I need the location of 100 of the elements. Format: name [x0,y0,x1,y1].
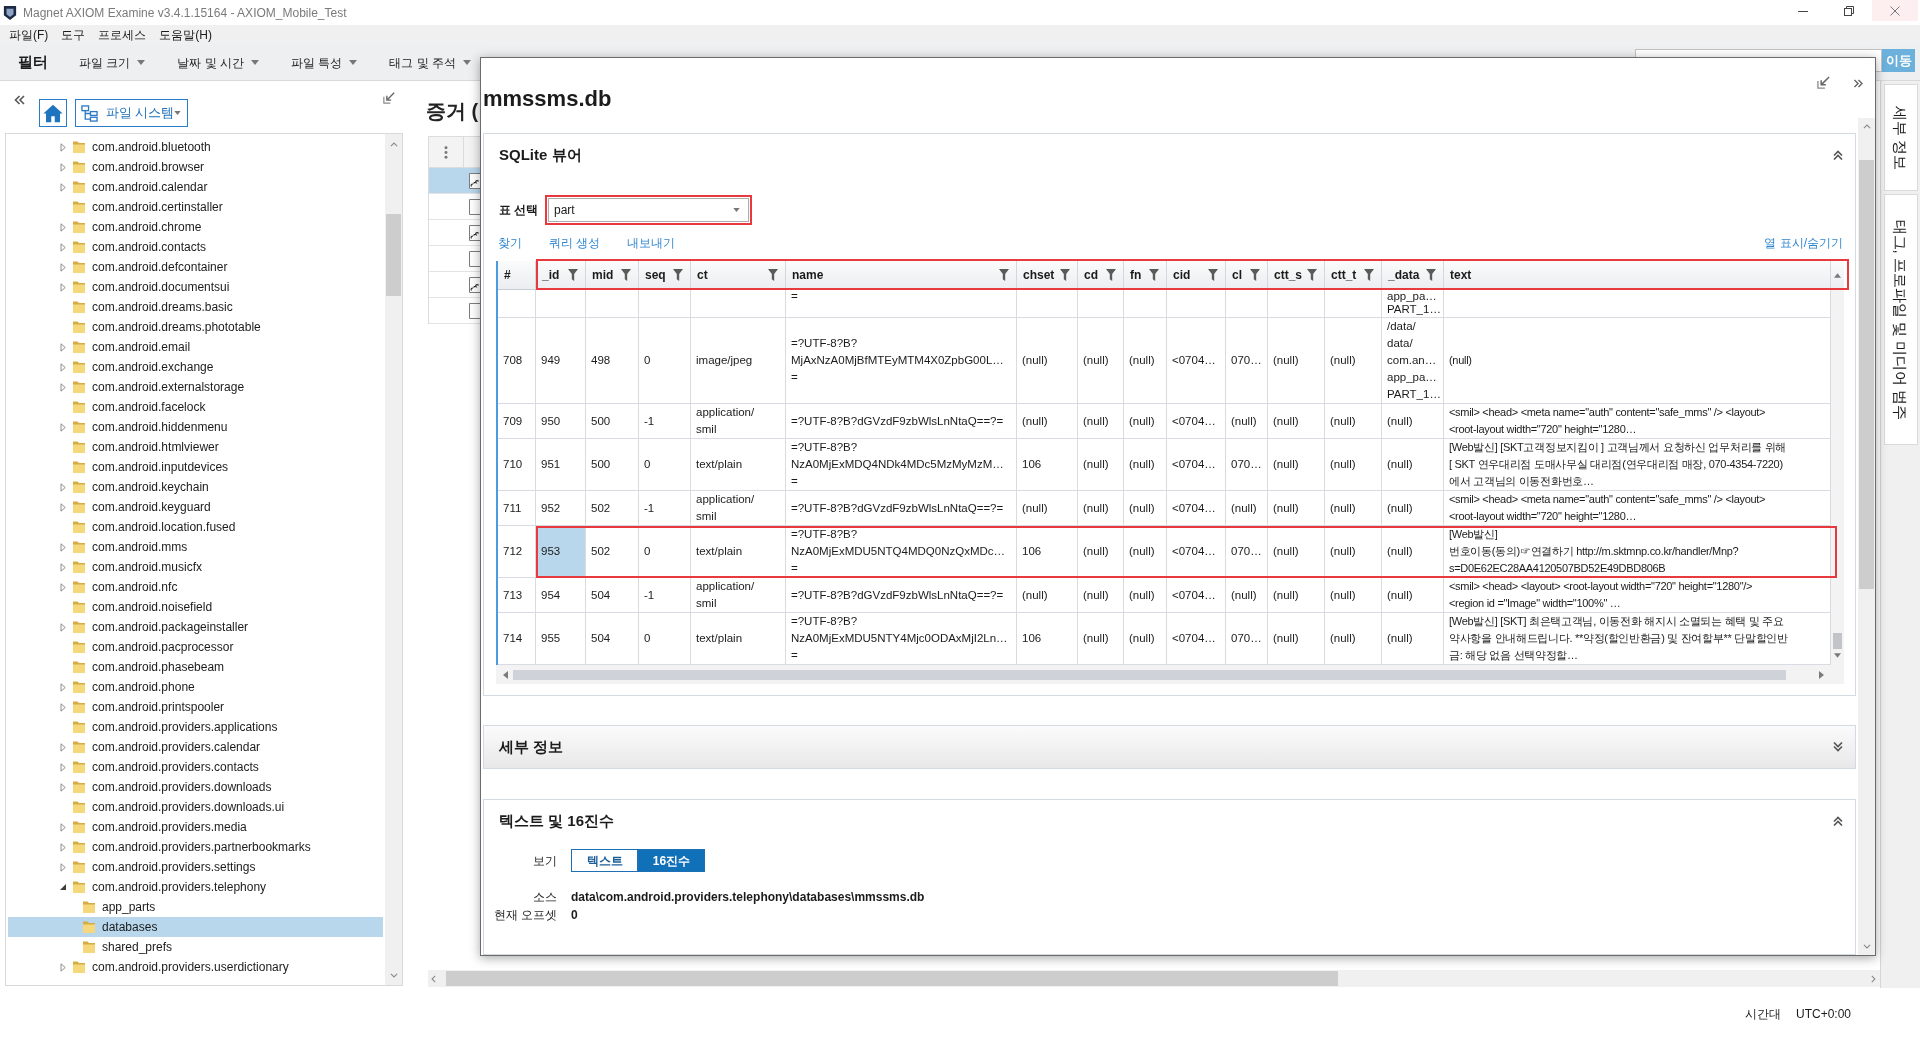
tree-item[interactable]: com.android.email [8,337,383,357]
collapsed-triangle-icon[interactable] [60,382,66,392]
filter-dropdown[interactable]: 태그 및 주석 [389,53,472,72]
tree-item[interactable]: com.android.providers.settings [8,857,383,877]
scroll-down-icon[interactable] [1862,944,1871,949]
collapsed-triangle-icon[interactable] [60,962,66,972]
home-button[interactable] [39,99,67,127]
action-link[interactable]: 쿼리 생성 [549,234,601,252]
column-header[interactable]: cd [1078,261,1124,289]
filter-icon[interactable] [1149,269,1159,281]
tree-item[interactable]: com.android.contacts [8,237,383,257]
tree-item[interactable]: com.android.keyguard [8,497,383,517]
tree-item[interactable]: com.android.providers.contacts [8,757,383,777]
scrollbar[interactable] [428,970,1880,987]
tree-item[interactable]: com.android.providers.downloads [8,777,383,797]
scroll-left-icon[interactable] [503,670,508,679]
scrollbar[interactable] [1831,261,1844,665]
dock-arrow-icon[interactable] [1817,76,1830,89]
tree-item[interactable]: com.android.documentsui [8,277,383,297]
filter-icon[interactable] [1364,269,1374,281]
collapsed-triangle-icon[interactable] [60,842,66,852]
column-header[interactable]: name [786,261,1017,289]
tree-item[interactable]: com.android.dreams.phototable [8,317,383,337]
filter-icon[interactable] [999,269,1009,281]
collapsed-triangle-icon[interactable] [60,242,66,252]
tree-item[interactable]: com.android.printspooler [8,697,383,717]
double-chevron-up-icon[interactable] [1833,816,1843,826]
tree-item[interactable]: com.android.pacprocessor [8,637,383,657]
collapsed-triangle-icon[interactable] [60,682,66,692]
tree-item[interactable]: com.android.providers.telephony [8,877,383,897]
scroll-down-icon[interactable] [1834,653,1841,658]
filter-dropdown[interactable]: 날짜 및 시간 [177,53,259,72]
tree-item[interactable]: com.android.browser [8,157,383,177]
filter-icon[interactable] [768,269,778,281]
tree-item[interactable]: com.android.providers.media [8,817,383,837]
view-toggle[interactable]: 텍스트 [571,849,638,872]
column-header[interactable]: ctt_s [1268,261,1325,289]
collapsed-triangle-icon[interactable] [60,782,66,792]
scroll-right-icon[interactable] [1819,670,1824,679]
scroll-up-icon[interactable] [389,142,398,147]
tree-item[interactable]: com.android.exchange [8,357,383,377]
tree-item[interactable]: com.android.location.fused [8,517,383,537]
collapsed-triangle-icon[interactable] [60,342,66,352]
scroll-up-icon[interactable] [1834,272,1841,278]
tree-item[interactable]: com.android.noisefield [8,597,383,617]
double-chevron-up-icon[interactable] [1833,150,1843,160]
collapsed-triangle-icon[interactable] [60,542,66,552]
filter-icon[interactable] [1307,269,1317,281]
filter-icon[interactable] [1106,269,1116,281]
collapsed-triangle-icon[interactable] [60,762,66,772]
column-header[interactable]: ct [691,261,786,289]
tree-item[interactable]: shared_prefs [8,937,383,957]
collapsed-triangle-icon[interactable] [60,862,66,872]
collapsed-triangle-icon[interactable] [60,582,66,592]
scrollbar[interactable] [496,665,1844,684]
tree-item[interactable]: com.android.chrome [8,217,383,237]
double-chevron-right-icon[interactable] [1854,79,1863,88]
filter-icon[interactable] [1208,269,1218,281]
menu-item[interactable]: 도움말(H) [159,26,212,44]
expanded-triangle-icon[interactable] [60,884,66,890]
filter-icon[interactable] [673,269,683,281]
filter-icon[interactable] [1250,269,1260,281]
tree-item[interactable]: com.android.providers.calendar [8,737,383,757]
column-header[interactable]: text [1444,261,1831,289]
filter-dropdown[interactable]: 파일 특성 [291,53,358,72]
dock-arrow-icon[interactable] [383,92,395,104]
collapsed-triangle-icon[interactable] [60,622,66,632]
tree-item[interactable]: com.android.defcontainer [8,257,383,277]
column-header[interactable]: # [498,261,536,289]
scrollbar-thumb[interactable] [513,669,1786,680]
action-link[interactable]: 내보내기 [627,234,676,252]
scroll-right-icon[interactable] [1871,974,1876,983]
tree-item[interactable]: com.android.facelock [8,397,383,417]
menu-item[interactable]: 도구 [61,26,86,44]
filter-icon[interactable] [1426,269,1436,281]
scrollbar-thumb[interactable] [446,971,1338,986]
tree-item[interactable]: com.android.htmlviewer [8,437,383,457]
collapsed-triangle-icon[interactable] [60,222,66,232]
tree-item[interactable]: com.android.providers.partnerbookmarks [8,837,383,857]
column-header[interactable]: cid [1167,261,1226,289]
collapsed-triangle-icon[interactable] [60,562,66,572]
tree-item[interactable]: com.android.providers.downloads.ui [8,797,383,817]
tree-item[interactable]: com.android.nfc [8,577,383,597]
double-chevron-down-icon[interactable] [1833,742,1843,752]
tree-item[interactable]: com.android.musicfx [8,557,383,577]
tree-item[interactable]: com.android.hiddenmenu [8,417,383,437]
collapsed-triangle-icon[interactable] [60,282,66,292]
view-dropdown[interactable]: 파일 시스템 [75,99,188,127]
view-toggle[interactable]: 16진수 [638,849,705,872]
tree-item[interactable]: com.android.packageinstaller [8,617,383,637]
table-row[interactable] [429,168,480,194]
filter-icon[interactable] [568,269,578,281]
collapsed-triangle-icon[interactable] [60,142,66,152]
column-header[interactable]: _id [536,261,586,289]
column-header[interactable]: _data [1382,261,1444,289]
collapsed-triangle-icon[interactable] [60,422,66,432]
scrollbar-thumb[interactable] [386,214,401,296]
scroll-left-icon[interactable] [431,974,436,983]
filter-icon[interactable] [621,269,631,281]
column-header[interactable]: fn [1124,261,1167,289]
